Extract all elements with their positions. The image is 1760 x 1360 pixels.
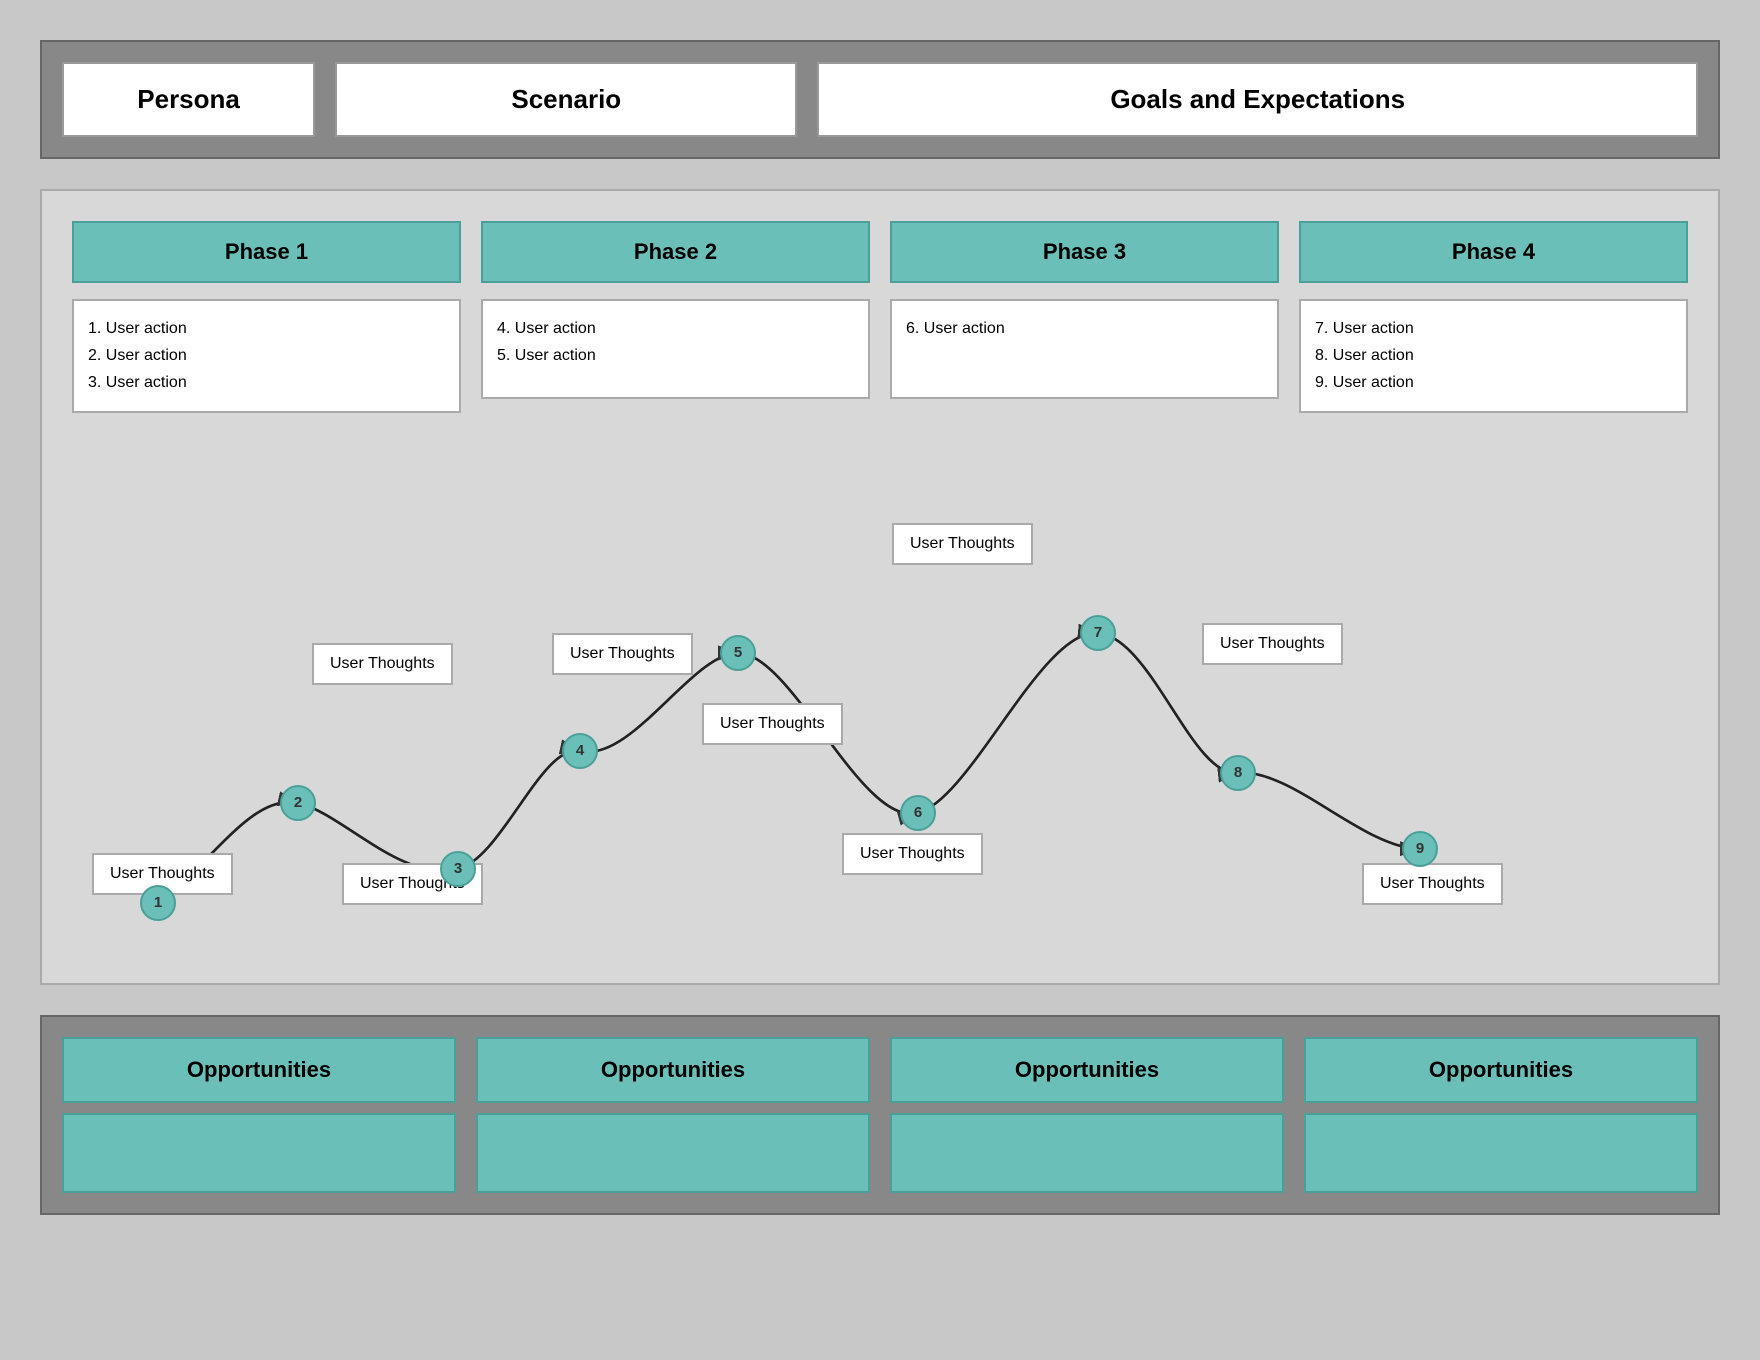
circle-5: 5: [720, 635, 756, 671]
seg-2-3: [298, 803, 458, 871]
persona-label: Persona: [137, 84, 240, 115]
seg-6-7: [918, 632, 1098, 812]
opportunity-1-header: Opportunities: [62, 1037, 456, 1103]
circle-7: 7: [1080, 615, 1116, 651]
opportunity-4-body: [1304, 1113, 1698, 1193]
bottom-section: Opportunities Opportunities Opportunitie…: [40, 1015, 1720, 1215]
phase-2-header: Phase 2: [481, 221, 870, 283]
scenario-box: Scenario: [335, 62, 797, 137]
opportunity-col-4: Opportunities: [1304, 1037, 1698, 1193]
thought-box-6: User Thoughts: [892, 523, 1033, 565]
seg-8-9: [1238, 772, 1420, 848]
phase-col-4: Phase 4 7. User action 8. User action 9.…: [1299, 221, 1688, 413]
circle-2: 2: [280, 785, 316, 821]
circle-1: 1: [140, 885, 176, 921]
phase-1-header: Phase 1: [72, 221, 461, 283]
phase-4-header: Phase 4: [1299, 221, 1688, 283]
circle-9: 9: [1402, 831, 1438, 867]
opportunity-4-header: Opportunities: [1304, 1037, 1698, 1103]
opportunity-col-1: Opportunities: [62, 1037, 456, 1193]
goals-label: Goals and Expectations: [1110, 84, 1405, 115]
top-section: Persona Scenario Goals and Expectations: [40, 40, 1720, 159]
opportunity-2-body: [476, 1113, 870, 1193]
opportunity-col-2: Opportunities: [476, 1037, 870, 1193]
phase-1-actions: 1. User action 2. User action 3. User ac…: [72, 299, 461, 413]
circle-6: 6: [900, 795, 936, 831]
opportunity-3-body: [890, 1113, 1284, 1193]
opportunity-col-3: Opportunities: [890, 1037, 1284, 1193]
thought-box-9: User Thoughts: [1362, 863, 1503, 905]
phase-col-2: Phase 2 4. User action 5. User action: [481, 221, 870, 413]
opportunity-2-header: Opportunities: [476, 1037, 870, 1103]
seg-3-4: [458, 750, 580, 868]
phase-col-1: Phase 1 1. User action 2. User action 3.…: [72, 221, 461, 413]
scenario-label: Scenario: [511, 84, 621, 115]
thought-box-8: User Thoughts: [1202, 623, 1343, 665]
journey-area: User Thoughts User Thoughts User Thought…: [72, 433, 1688, 953]
thought-box-4: User Thoughts: [552, 633, 693, 675]
opportunity-3-header: Opportunities: [890, 1037, 1284, 1103]
circle-4: 4: [562, 733, 598, 769]
circle-8: 8: [1220, 755, 1256, 791]
thought-box-2: User Thoughts: [312, 643, 453, 685]
phase-col-3: Phase 3 6. User action: [890, 221, 1279, 413]
phase-3-header: Phase 3: [890, 221, 1279, 283]
persona-box: Persona: [62, 62, 315, 137]
goals-box: Goals and Expectations: [817, 62, 1698, 137]
phase-3-actions: 6. User action: [890, 299, 1279, 399]
middle-section: Phase 1 1. User action 2. User action 3.…: [40, 189, 1720, 985]
circle-3: 3: [440, 851, 476, 887]
phase-4-actions: 7. User action 8. User action 9. User ac…: [1299, 299, 1688, 413]
thought-box-5: User Thoughts: [702, 703, 843, 745]
thought-box-7: User Thoughts: [842, 833, 983, 875]
opportunity-1-body: [62, 1113, 456, 1193]
phases-row: Phase 1 1. User action 2. User action 3.…: [72, 221, 1688, 413]
phase-2-actions: 4. User action 5. User action: [481, 299, 870, 399]
